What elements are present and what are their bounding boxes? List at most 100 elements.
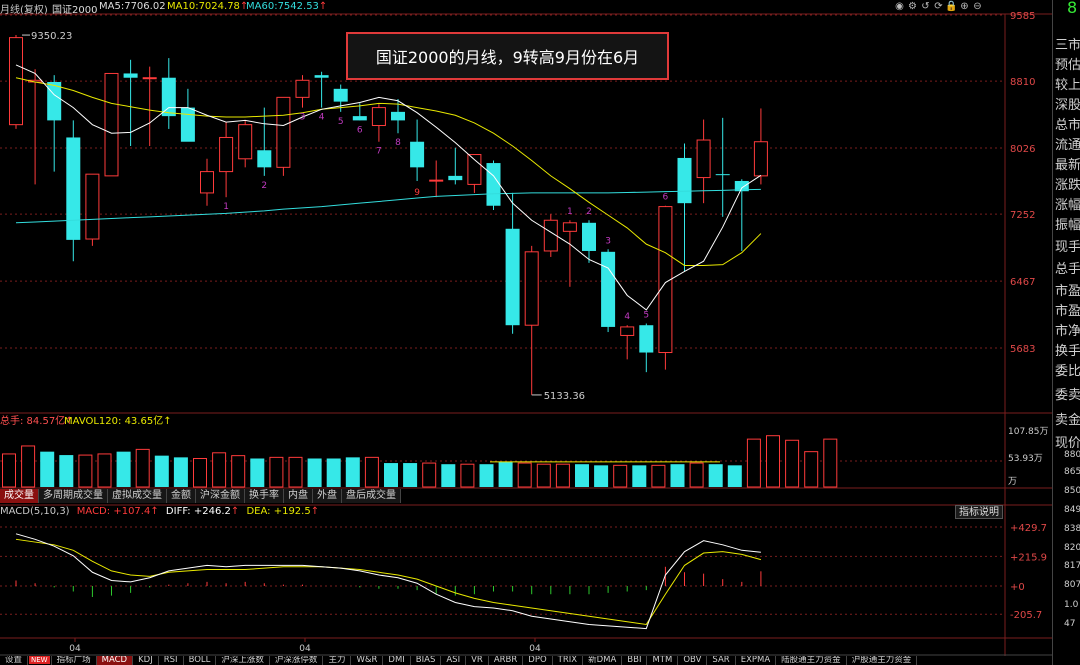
volume-tab[interactable]: 外盘 <box>313 489 342 503</box>
td-count-mark: 2 <box>586 207 592 217</box>
quote-panel: 8 三市 预估 较上 深股 总市 流通 最新 涨跌 涨幅 振幅 现手 总手 市盈 市盈 市净 换手 委比 委卖 卖金现… <box>1053 0 1080 665</box>
indicator-tab[interactable]: BIAS <box>411 656 442 665</box>
lock-icon[interactable]: 🔒 <box>945 1 958 12</box>
indicator-tab[interactable]: W&R <box>351 656 384 665</box>
candle-body <box>505 228 520 326</box>
td-count-mark: 2 <box>261 181 267 191</box>
indicator-tab[interactable]: 沪深涨停数 <box>270 656 324 665</box>
zoom-out-icon[interactable]: ⊖ <box>971 1 984 12</box>
indicator-tab[interactable]: 主力 <box>323 656 352 665</box>
volume-bar <box>536 463 551 488</box>
indicator-tab[interactable]: TRIX <box>553 656 584 665</box>
refresh-icon[interactable]: ⟳ <box>932 1 945 12</box>
quote-field-label: 委比 <box>1055 364 1080 379</box>
volume-bar <box>135 448 150 488</box>
volume-bar <box>59 455 74 487</box>
volume-tab[interactable]: 内盘 <box>284 489 313 503</box>
indicator-tab[interactable]: BBI <box>622 656 648 665</box>
volume-bar <box>78 454 93 488</box>
td-count-mark: 1 <box>567 207 573 217</box>
candle-body <box>295 79 310 98</box>
diff-line <box>15 533 761 630</box>
volume-tab[interactable]: 虚拟成交量 <box>108 489 167 503</box>
volume-tab[interactable]: 多周期成交量 <box>39 489 108 503</box>
volume-tick-label: 107.85万 <box>1008 427 1049 437</box>
indicator-explain-button[interactable]: 指标说明 <box>955 505 1003 519</box>
settings-icon[interactable]: ⚙ <box>906 1 919 12</box>
indicator-tab[interactable]: ASI <box>441 656 467 665</box>
td-count-mark: 8 <box>395 138 401 148</box>
candle-body <box>352 116 367 121</box>
volume-bar <box>269 456 284 488</box>
indicator-tab[interactable]: EXPMA <box>736 656 777 665</box>
td-count-mark: 4 <box>319 113 325 123</box>
quote-field-label: 总市 <box>1055 118 1080 133</box>
indicator-tab[interactable]: 沪股通主力资金 <box>847 656 918 665</box>
volume-tab[interactable]: 金额 <box>167 489 196 503</box>
quote-field-label: 涨幅 <box>1055 198 1080 213</box>
volume-tick-label: 万 <box>1008 477 1017 487</box>
period-label: 月线(复权) <box>0 5 48 16</box>
candle-body <box>66 137 81 240</box>
indicator-tab[interactable]: SAR <box>707 656 736 665</box>
volume-bar <box>632 465 647 487</box>
quote-field-label: 委卖 <box>1055 388 1080 403</box>
volume-bar <box>613 464 628 488</box>
candle-body <box>429 179 444 182</box>
date-tick-label: 04 <box>69 644 81 654</box>
ma60-line <box>15 188 761 224</box>
indicator-tab[interactable]: MTM <box>647 656 679 665</box>
indicator-tab[interactable]: 设置 <box>0 656 29 665</box>
candle-body <box>333 88 348 102</box>
dea-value: DEA: +192.5↑ <box>246 506 320 517</box>
zoom-in-icon[interactable]: ⊕ <box>958 1 971 12</box>
td-count-mark: 7 <box>376 147 382 157</box>
high-value-label: 9350.23 <box>31 31 72 42</box>
volume-tabs: 成交量 多周期成交量 虚拟成交量 金额 沪深金额 换手率 内盘 外盘 盘后成交量 <box>0 489 401 504</box>
quote-field-label: 深股 <box>1055 98 1080 113</box>
volume-bar <box>288 456 303 488</box>
indicator-tab[interactable]: KDJ <box>133 656 159 665</box>
candle-body <box>677 157 692 204</box>
eye-icon[interactable]: ◉ <box>893 1 906 12</box>
quote-price-level: 47 <box>1064 619 1076 629</box>
candle-body <box>486 163 501 206</box>
volume-tab[interactable]: 盘后成交量 <box>342 489 401 503</box>
indicator-tab[interactable]: ARBR <box>489 656 524 665</box>
indicator-tab[interactable]: 陆股通主力资金 <box>776 656 847 665</box>
volume-bar <box>231 455 246 488</box>
quote-price-level: 838 <box>1064 524 1080 534</box>
candle-body <box>715 174 730 176</box>
ma5-line <box>15 64 762 311</box>
indicator-tab[interactable]: DMI <box>383 656 411 665</box>
volume-bar <box>384 463 398 487</box>
candle-body <box>753 141 768 177</box>
indicator-tab[interactable]: RSI <box>159 656 184 665</box>
volume-bar <box>40 451 55 487</box>
volume-tab[interactable]: 沪深金额 <box>196 489 245 503</box>
indicator-tab[interactable]: OBV <box>678 656 708 665</box>
quote-field-label: 三市 <box>1055 38 1080 53</box>
indicator-tab[interactable]: VR <box>466 656 489 665</box>
volume-tab[interactable]: 换手率 <box>245 489 284 503</box>
candle-body <box>391 111 405 121</box>
indicator-tab[interactable]: 指标广场 <box>52 656 97 665</box>
chart-toolbar: ◉ ⚙ ↺ ⟳ 🔒 ⊕ ⊖ <box>893 1 1033 14</box>
volume-bar <box>422 462 437 488</box>
macd-label: MACD(5,10,3) <box>0 506 70 517</box>
price-tick-label: 7252 <box>1010 210 1035 221</box>
index-name: 国证2000 <box>52 5 98 16</box>
volume-bar <box>651 464 666 488</box>
candle-body <box>219 136 234 173</box>
candle-body <box>620 326 635 336</box>
volume-tab[interactable]: 成交量 <box>0 489 39 503</box>
quote-field-label: 换手 <box>1055 344 1080 359</box>
chart-canvas: 9585881080267252646756839350.235133.3612… <box>0 11 1052 656</box>
indicator-tab[interactable]: BOLL <box>184 656 217 665</box>
indicator-tab[interactable]: DPO <box>523 656 553 665</box>
undo-icon[interactable]: ↺ <box>919 1 932 12</box>
indicator-tab[interactable]: MACD <box>96 656 134 665</box>
indicator-tab[interactable]: 沪深上涨数 <box>216 656 270 665</box>
indicator-tab[interactable]: 新DMA <box>583 656 623 665</box>
price-tick-label: 8026 <box>1010 144 1035 155</box>
